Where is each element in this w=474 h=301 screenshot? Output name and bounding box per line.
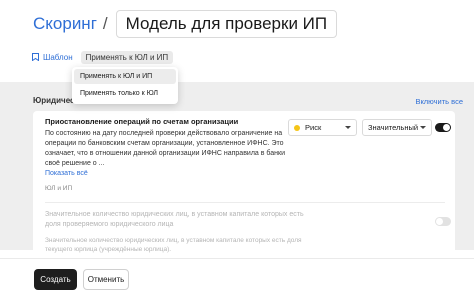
toolbar: Шаблон Применять к ЮЛ и ИП xyxy=(32,50,174,64)
model-title-input[interactable]: Модель для проверки ИП xyxy=(115,10,338,38)
rule-toggle-off[interactable] xyxy=(435,217,451,226)
chevron-down-icon xyxy=(345,126,351,129)
apply-scope-dropdown: Применять к ЮЛ и ИП Применять только к Ю… xyxy=(72,67,178,104)
divider xyxy=(45,202,445,203)
template-label: Шаблон xyxy=(43,52,73,62)
bookmark-icon xyxy=(32,53,39,61)
risk-dot-icon xyxy=(294,124,300,131)
create-button[interactable]: Создать xyxy=(34,269,77,290)
toggle-knob xyxy=(443,124,450,131)
rule-title-disabled: Значительное количество юридических лиц,… xyxy=(45,211,304,228)
dropdown-item-legal-only[interactable]: Применять только к ЮЛ xyxy=(74,86,176,101)
breadcrumb-scoring[interactable]: Скоринг xyxy=(33,10,97,38)
template-link[interactable]: Шаблон xyxy=(32,53,73,62)
toggle-knob xyxy=(436,218,443,225)
rule-description: По состоянию на дату последней проверки … xyxy=(45,130,285,167)
breadcrumb-separator: / xyxy=(102,14,108,33)
show-all-link[interactable]: Показать всё xyxy=(45,170,88,177)
dropdown-item-legal-and-individual[interactable]: Применять к ЮЛ и ИП xyxy=(74,69,176,84)
apply-scope-button[interactable]: Применять к ЮЛ и ИП xyxy=(80,50,174,64)
rule-title: Приостановление операций по счетам орган… xyxy=(45,117,239,126)
cancel-button[interactable]: Отменить xyxy=(83,269,129,290)
rule-tag: ЮЛ и ИП xyxy=(45,185,73,192)
rule-toggle-on[interactable] xyxy=(435,123,451,132)
chevron-down-icon xyxy=(420,126,426,129)
level-label: Значительный xyxy=(368,123,419,132)
rule-description-disabled: Значительное количество юридических лиц,… xyxy=(45,237,302,253)
level-select[interactable]: Значительный xyxy=(362,119,432,136)
section-label: Юридичес xyxy=(33,96,75,105)
risk-label: Риск xyxy=(305,123,322,132)
risk-select[interactable]: Риск xyxy=(288,119,357,136)
page-header: Скоринг / Модель для проверки ИП xyxy=(33,10,338,38)
enable-all-link[interactable]: Включить все xyxy=(415,97,463,106)
